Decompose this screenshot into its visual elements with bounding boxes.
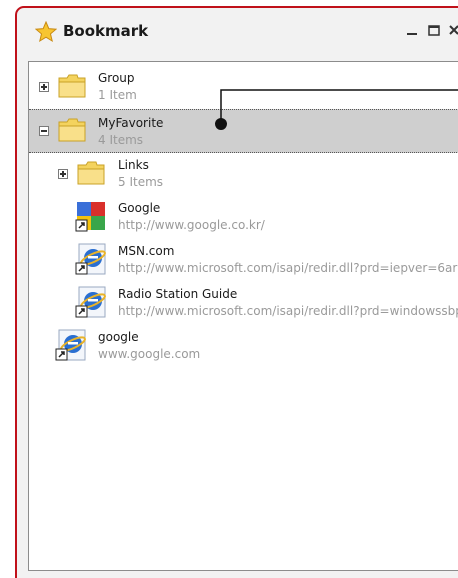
tree-item-subtitle: www.google.com: [98, 347, 201, 361]
star-icon: [35, 21, 57, 43]
tree-item-subtitle: 5 Items: [118, 175, 164, 189]
tree-item-title: Radio Station Guide: [118, 287, 238, 301]
tree-item-subtitle: 4 Items: [98, 133, 144, 147]
folder-icon: [77, 161, 105, 185]
minimize-icon[interactable]: [405, 22, 419, 38]
tree-item-subtitle: 1 Item: [98, 88, 137, 102]
callout-pointer: [215, 89, 458, 130]
tree-item-title: google: [98, 330, 139, 344]
ie-shortcut-icon: [75, 286, 106, 318]
ie-shortcut-icon: [55, 329, 86, 361]
tree-item-subtitle: http://www.microsoft.com/isapi/redir.dll…: [118, 304, 458, 318]
tree-item-title: MyFavorite: [98, 116, 164, 130]
folder-icon: [58, 74, 86, 98]
collapse-icon[interactable]: [39, 126, 49, 136]
tree-item-title: Google: [118, 201, 161, 215]
tree-item-links[interactable]: Links 5 Items: [29, 154, 458, 196]
close-icon[interactable]: [447, 22, 458, 38]
tree-item-subtitle: http://www.microsoft.com/isapi/redir.dll…: [118, 261, 458, 275]
folder-icon: [58, 118, 86, 142]
tree-item-subtitle: http://www.google.co.kr/: [118, 218, 265, 232]
tree-item-title: Group: [98, 71, 135, 85]
tree-item-msn[interactable]: MSN.com http://www.microsoft.com/isapi/r…: [29, 240, 458, 282]
window-title: Bookmark: [63, 22, 149, 40]
tree-item-radio-station-guide[interactable]: Radio Station Guide http://www.microsoft…: [29, 283, 458, 325]
bookmark-window: Bookmark Group 1 Item MyFavorite 4 Items…: [15, 6, 458, 578]
ie-shortcut-icon: [75, 243, 106, 275]
maximize-icon[interactable]: [427, 22, 441, 38]
tree-item-google-root[interactable]: google www.google.com: [29, 326, 458, 368]
google-favicon-icon: [75, 202, 105, 232]
expand-icon[interactable]: [39, 82, 49, 92]
title-bar[interactable]: Bookmark: [17, 8, 458, 56]
tree-item-title: MSN.com: [118, 244, 175, 258]
expand-icon[interactable]: [58, 169, 68, 179]
tree-item-title: Links: [118, 158, 149, 172]
tree-item-google-bookmark[interactable]: Google http://www.google.co.kr/: [29, 197, 458, 239]
bookmark-tree-panel: Group 1 Item MyFavorite 4 Items Links 5 …: [28, 61, 458, 571]
